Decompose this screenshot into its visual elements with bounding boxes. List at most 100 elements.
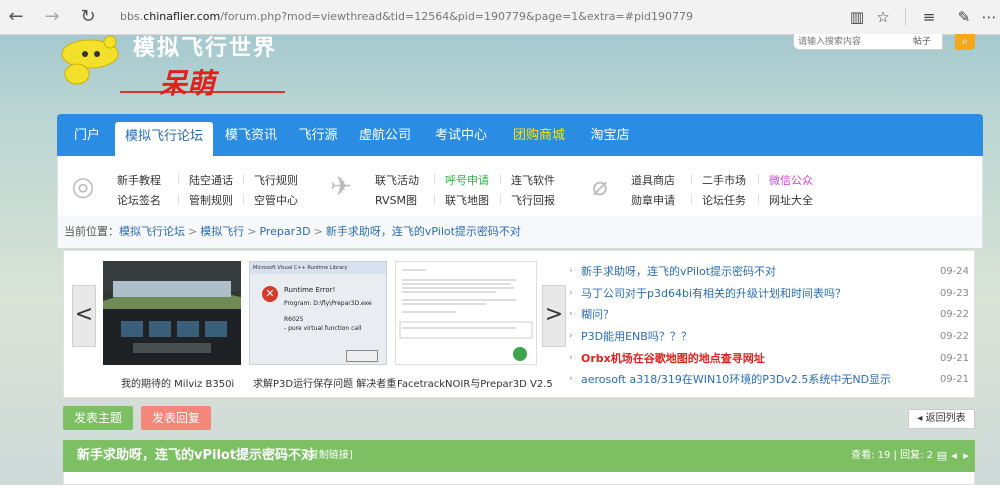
reply-button[interactable]: 发表回复 [141, 406, 211, 430]
subnav-online-events[interactable]: 联飞活动 [375, 172, 419, 188]
divider [500, 194, 501, 204]
search-button[interactable]: ⌕ [955, 34, 975, 50]
subnav-forum-tasks[interactable]: 论坛任务 [702, 192, 746, 208]
subnav-rvsm-chart[interactable]: RVSM图 [375, 192, 417, 208]
nav-portal[interactable]: 门户 [67, 123, 107, 149]
back-to-list-button[interactable]: ◂ 返回列表 [908, 409, 975, 429]
thread-link[interactable]: P3D能用ENB吗？？？ [581, 326, 692, 348]
slider-next-button[interactable]: > [542, 285, 566, 347]
subnav-url-directory[interactable]: 网址大全 [769, 192, 813, 208]
search-area: 请输入搜索内容 帖子 ⌕ [793, 34, 983, 52]
nav-forum[interactable]: 模拟飞行论坛 [115, 122, 213, 156]
list-item: › aerosoft a318/319在WIN10环境的P3Dv2.5系统中无ND… [569, 369, 969, 391]
subnav-control-rules[interactable]: 管制规则 [189, 192, 233, 208]
subnav-online-map[interactable]: 联飞地图 [445, 192, 489, 208]
thread-title-bar: 新手求助呀，连飞的vPilot提示密码不对 [复制链接] 查看: 19 | 回复… [63, 440, 975, 472]
list-item: › Orbx机场在谷歌地图的地点查寻网址 09-21 [569, 348, 969, 370]
divider [178, 174, 179, 184]
slide-caption[interactable]: 我的期待的 Milviz B350i [121, 375, 234, 390]
thread-link[interactable]: 马丁公司对于p3d64bi有相关的升级计划和时间表吗？ [581, 283, 846, 305]
toolbar-divider [905, 8, 906, 26]
breadcrumb-thread[interactable]: 新手求助呀，连飞的vPilot提示密码不对 [326, 225, 521, 238]
breadcrumb: 当前位置：模拟飞行论坛 > 模拟飞行 > Prepar3D > 新手求助呀，连飞的vPilo… [57, 216, 983, 248]
subnav-newbie-tutorial[interactable]: 新手教程 [117, 172, 161, 188]
thread-date: 09-22 [939, 331, 969, 343]
divider [178, 194, 179, 204]
divider [691, 194, 692, 204]
nav-taobao[interactable]: 淘宝店 [585, 123, 635, 149]
back-icon[interactable]: ← [6, 7, 26, 27]
web-note-icon[interactable]: ✎ [953, 6, 975, 28]
thread-link[interactable]: 新手求助呀，连飞的vPilot提示密码不对 [581, 261, 776, 283]
breadcrumb-p3d[interactable]: Prepar3D [259, 225, 310, 238]
chevron-right-icon: > [247, 225, 257, 238]
nav-exam-center[interactable]: 考试中心 [431, 123, 491, 149]
forward-icon[interactable]: → [42, 7, 62, 27]
thread-date: 09-21 [939, 352, 969, 364]
copy-link[interactable]: [复制链接] [305, 440, 353, 472]
subnav-signature[interactable]: 论坛签名 [117, 192, 161, 208]
dialog-heading: Runtime Error! [284, 286, 336, 294]
thread-title: 新手求助呀，连飞的vPilot提示密码不对 [77, 448, 315, 463]
main-navigation: 门户 模拟飞行论坛 模飞资讯 飞行源 虚航公司 考试中心 团购商城 淘宝店 [57, 114, 983, 156]
breadcrumb-label: 当前位置： [64, 225, 119, 238]
divider [758, 194, 759, 204]
address-bar[interactable]: bbs.chinaflier.com/forum.php?mod=viewthr… [120, 8, 840, 26]
subnav-wechat[interactable]: 微信公众 [769, 172, 813, 188]
list-item: › 糊问？ 09-22 [569, 304, 969, 326]
subnav-atc-center[interactable]: 空管中心 [254, 192, 298, 208]
more-icon[interactable]: ⋯ [978, 6, 1000, 28]
subnav-flight-rules[interactable]: 飞行规则 [254, 172, 298, 188]
dialog-titlebar: Microsoft Visual C++ Runtime Library [250, 262, 386, 274]
thread-date: 09-21 [939, 374, 969, 386]
subnav-connection-software[interactable]: 连飞软件 [511, 172, 555, 188]
list-item: › 马丁公司对于p3d64bi有相关的升级计划和时间表吗？ 09-23 [569, 283, 969, 305]
reading-view-icon[interactable]: ▥ [846, 6, 868, 28]
breadcrumb-sim[interactable]: 模拟飞行 [200, 225, 244, 238]
subnav-item-shop[interactable]: 道具商店 [631, 172, 675, 188]
satellite-dish-icon: ⌀ [592, 172, 608, 202]
subnav-medal-apply[interactable]: 勋章申请 [631, 192, 675, 208]
slide-caption[interactable]: 求解P3D运行保存问题 解决者重 [253, 375, 396, 390]
nav-news[interactable]: 模飞资讯 [221, 123, 281, 149]
breadcrumb-forum[interactable]: 模拟飞行论坛 [119, 225, 185, 238]
divider [691, 174, 692, 184]
subnav-flight-report[interactable]: 飞行回报 [511, 192, 555, 208]
slide-thumbnail-facetrack[interactable] [395, 261, 537, 365]
latest-threads-list: › 新手求助呀，连飞的vPilot提示密码不对 09-24 › 马丁公司对于p3d64… [569, 261, 969, 391]
dialog-code: R6025 [284, 316, 304, 323]
divider [243, 194, 244, 204]
subnav-callsign-apply[interactable]: 呼号申请 [445, 172, 489, 188]
site-logo[interactable]: 模拟飞行世界 呆萌 [55, 34, 315, 104]
slide-thumbnail-cockpit[interactable] [103, 261, 241, 365]
nav-flight-source[interactable]: 飞行源 [293, 123, 343, 149]
sub-navigation: ◎ 新手教程 陆空通话 飞行规则 论坛签名 管制规则 空管中心 ✈ 联飞活动 呼… [57, 156, 983, 216]
slide-thumbnail-error[interactable]: Microsoft Visual C++ Runtime Library ✕ R… [249, 261, 387, 365]
logo-text-bottom: 呆萌 [159, 67, 216, 100]
new-thread-button[interactable]: 发表主题 [63, 406, 133, 430]
bullet-icon: › [569, 287, 573, 298]
subnav-atc-comm[interactable]: 陆空通话 [189, 172, 233, 188]
refresh-icon[interactable]: ↻ [78, 7, 98, 27]
bullet-icon: › [569, 331, 573, 342]
nav-virtual-airline[interactable]: 虚航公司 [355, 123, 415, 149]
thread-date: 09-23 [939, 287, 969, 299]
chevron-right-icon: > [188, 225, 198, 238]
nav-group-buy[interactable]: 团购商城 [509, 123, 569, 149]
divider [434, 174, 435, 184]
slide-caption[interactable]: FacetrackNOIR与Prepar3D V2.5 [397, 375, 553, 390]
globe-icon: ◎ [71, 172, 95, 202]
subnav-second-hand[interactable]: 二手市场 [702, 172, 746, 188]
logo-text-top: 模拟飞行世界 [133, 36, 278, 61]
post-area [63, 472, 975, 485]
thread-link[interactable]: aerosoft a318/319在WIN10环境的P3Dv2.5系统中无ND显… [581, 369, 891, 391]
error-icon: ✕ [262, 286, 278, 302]
favorite-star-icon[interactable]: ☆ [872, 6, 894, 28]
slider-prev-button[interactable]: < [72, 285, 96, 347]
slider-panel: < 我的期待的 Milviz B350i Microsoft Visual C+… [63, 250, 975, 398]
thread-link[interactable]: Orbx机场在谷歌地图的地点查寻网址 [581, 348, 765, 370]
search-category-select[interactable]: 帖子 [913, 34, 931, 50]
next-thread-icon[interactable]: ▸ [959, 449, 973, 463]
hub-icon[interactable]: ≡ [918, 6, 940, 28]
thread-link[interactable]: 糊问？ [581, 304, 614, 326]
